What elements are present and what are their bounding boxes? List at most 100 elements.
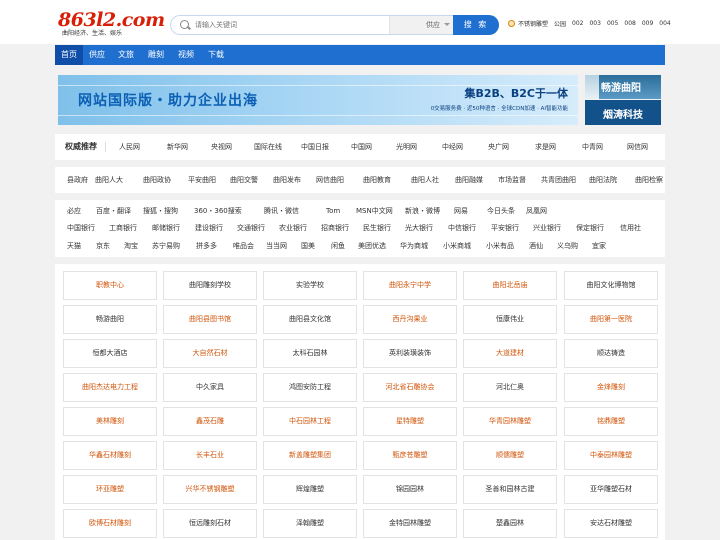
link-item[interactable]: 曲阳融媒 xyxy=(455,174,483,186)
quick-link[interactable]: 不锈钢雕塑 xyxy=(518,19,548,28)
directory-link[interactable]: 鑫茂石雕 xyxy=(163,407,257,436)
link-item[interactable]: Tom xyxy=(326,205,340,217)
quick-link[interactable]: 004 xyxy=(659,20,670,27)
side-ad-tourism[interactable]: 畅游曲阳 xyxy=(585,75,661,99)
directory-link[interactable]: 曲阳北岳庙 xyxy=(463,271,557,300)
link-item[interactable]: 国美 xyxy=(301,240,315,252)
link-item[interactable]: 求是网 xyxy=(535,141,556,153)
directory-link[interactable]: 河北仁奥 xyxy=(463,373,557,402)
link-item[interactable]: 兴业银行 xyxy=(533,222,561,234)
nav-item-carving[interactable]: 雕刻 xyxy=(141,45,171,65)
directory-link[interactable]: 恒康伟业 xyxy=(463,305,557,334)
link-item[interactable]: 华为商城 xyxy=(400,240,428,252)
quick-link[interactable]: 009 xyxy=(642,20,653,27)
link-item[interactable]: 曲阳检察 xyxy=(635,174,663,186)
nav-item-download[interactable]: 下载 xyxy=(201,45,231,65)
link-item[interactable]: 共青团曲阳 xyxy=(541,174,576,186)
directory-link[interactable]: 华鑫石材雕刻 xyxy=(63,441,157,470)
directory-link[interactable]: 星特雕塑 xyxy=(363,407,457,436)
directory-link[interactable]: 亚华雕塑石材 xyxy=(564,475,658,504)
link-item[interactable]: 当当网 xyxy=(266,240,287,252)
link-item[interactable]: 平安曲阳 xyxy=(188,174,216,186)
link-item[interactable]: 建设银行 xyxy=(195,222,223,234)
directory-link[interactable]: 中石园林工程 xyxy=(263,407,357,436)
link-item[interactable]: 中信银行 xyxy=(448,222,476,234)
link-item[interactable]: 网信曲阳 xyxy=(316,174,344,186)
directory-link[interactable]: 曲阳县图书馆 xyxy=(163,305,257,334)
link-item[interactable]: 市场监督 xyxy=(498,174,526,186)
link-item[interactable]: 网易 xyxy=(454,205,468,217)
nav-item-culture[interactable]: 文旅 xyxy=(111,45,141,65)
link-item[interactable]: 美团优选 xyxy=(358,240,386,252)
directory-link[interactable]: 美林雕刻 xyxy=(63,407,157,436)
link-item[interactable]: 央视网 xyxy=(211,141,232,153)
link-item[interactable]: 农业银行 xyxy=(279,222,307,234)
link-item[interactable]: 中国银行 xyxy=(67,222,95,234)
directory-link[interactable]: 曲阳永宁中学 xyxy=(363,271,457,300)
directory-link[interactable]: 畅游曲阳 xyxy=(63,305,157,334)
link-item[interactable]: 必应 xyxy=(67,205,81,217)
link-item[interactable]: 县政府 xyxy=(67,174,88,186)
link-item[interactable]: 中国网 xyxy=(351,141,372,153)
link-item[interactable]: 邮储银行 xyxy=(152,222,180,234)
directory-link[interactable]: 实验学校 xyxy=(263,271,357,300)
search-input[interactable] xyxy=(195,18,385,32)
directory-link[interactable]: 甄彦苍雕塑 xyxy=(363,441,457,470)
directory-link[interactable]: 太科石园林 xyxy=(263,339,357,368)
link-item[interactable]: 京东 xyxy=(96,240,110,252)
link-item[interactable]: 中国日报 xyxy=(301,141,329,153)
link-item[interactable]: 央广网 xyxy=(488,141,509,153)
directory-link[interactable]: 兴华不锈钢雕塑 xyxy=(163,475,257,504)
directory-link[interactable]: 顺达铸造 xyxy=(564,339,658,368)
directory-link[interactable]: 英利装璜装饰 xyxy=(363,339,457,368)
directory-link[interactable]: 中久家具 xyxy=(163,373,257,402)
quick-link[interactable]: 005 xyxy=(607,20,618,27)
quick-link[interactable]: 002 xyxy=(572,20,583,27)
link-item[interactable]: 平安银行 xyxy=(491,222,519,234)
link-item[interactable]: 唯品会 xyxy=(233,240,254,252)
directory-link[interactable]: 曲阳文化博物馆 xyxy=(564,271,658,300)
link-item[interactable]: 人民网 xyxy=(119,141,140,153)
promo-banner[interactable]: 网站国际版・助力企业出海 集B2B、B2C于一体 0交易服务费 · 近50种语言… xyxy=(58,75,578,125)
quick-link[interactable]: 003 xyxy=(589,20,600,27)
nav-item-video[interactable]: 视频 xyxy=(171,45,201,65)
link-item[interactable]: 工商银行 xyxy=(109,222,137,234)
link-item[interactable]: 苏宁易购 xyxy=(152,240,180,252)
link-item[interactable]: 民生银行 xyxy=(363,222,391,234)
directory-link[interactable]: 楚鑫园林 xyxy=(463,509,557,538)
link-item[interactable]: 保定银行 xyxy=(576,222,604,234)
directory-link[interactable]: 中泰园林雕塑 xyxy=(564,441,658,470)
link-item[interactable]: 曲阳交警 xyxy=(230,174,258,186)
directory-link[interactable]: 铭鼎雕塑 xyxy=(564,407,658,436)
directory-link[interactable]: 恒远雕刻石材 xyxy=(163,509,257,538)
link-item[interactable]: 信用社 xyxy=(620,222,641,234)
directory-link[interactable]: 大自然石材 xyxy=(163,339,257,368)
link-item[interactable]: 宜家 xyxy=(592,240,606,252)
directory-link[interactable]: 泽翰雕塑 xyxy=(263,509,357,538)
link-item[interactable]: 曲阳法院 xyxy=(589,174,617,186)
link-item[interactable]: 网信网 xyxy=(627,141,648,153)
link-item[interactable]: 百度・翻译 xyxy=(96,205,131,217)
link-item[interactable]: 新浪・微博 xyxy=(405,205,440,217)
link-item[interactable]: 曲阳人大 xyxy=(95,174,123,186)
directory-link[interactable]: 曲阳第一医院 xyxy=(564,305,658,334)
directory-link[interactable]: 恒都大酒店 xyxy=(63,339,157,368)
link-item[interactable]: 淘宝 xyxy=(124,240,138,252)
directory-link[interactable]: 西丹沟果业 xyxy=(363,305,457,334)
directory-link[interactable]: 欧博石材雕刻 xyxy=(63,509,157,538)
link-item[interactable]: 闲鱼 xyxy=(331,240,345,252)
link-item[interactable]: 义乌购 xyxy=(557,240,578,252)
link-item[interactable]: 曲阳教育 xyxy=(363,174,391,186)
directory-link[interactable]: 安达石材雕塑 xyxy=(564,509,658,538)
link-item[interactable]: 交通银行 xyxy=(237,222,265,234)
link-item[interactable]: 曲阳政协 xyxy=(143,174,171,186)
link-item[interactable]: 凤凰网 xyxy=(526,205,547,217)
link-item[interactable]: 天猫 xyxy=(67,240,81,252)
link-item[interactable]: 拼多多 xyxy=(196,240,217,252)
link-item[interactable]: 国际在线 xyxy=(254,141,282,153)
side-ad-tech[interactable]: 烟涛科技 xyxy=(585,100,661,125)
search-category-select[interactable]: 供应 xyxy=(389,16,453,34)
link-item[interactable]: 光明网 xyxy=(396,141,417,153)
link-item[interactable]: 招商银行 xyxy=(321,222,349,234)
link-item[interactable]: 光大银行 xyxy=(405,222,433,234)
